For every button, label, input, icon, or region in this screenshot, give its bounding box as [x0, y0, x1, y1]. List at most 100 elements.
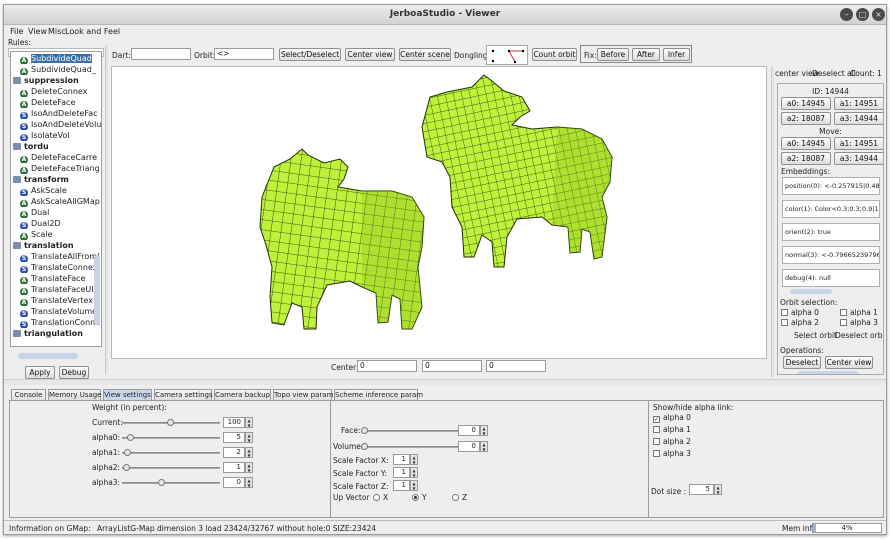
volume-slider-knob[interactable]: [361, 443, 368, 450]
rule-item[interactable]: A DeleteFaceTriang: [11, 163, 101, 174]
rule-category[interactable]: translation: [11, 240, 101, 251]
move-alpha1-button[interactable]: a1: 14951: [834, 137, 883, 150]
scale-z-arrows[interactable]: ▲ ▼: [410, 480, 418, 491]
weight-slider[interactable]: [122, 449, 220, 456]
up-x-radio[interactable]: X: [373, 493, 388, 502]
weight-slider[interactable]: [122, 434, 220, 441]
operations-scrollbar[interactable]: [798, 371, 858, 374]
rule-item[interactable]: A TranslateFace: [11, 273, 101, 284]
weight-spinner-arrows[interactable]: ▲ ▼: [245, 432, 253, 443]
volume-slider[interactable]: [361, 443, 461, 450]
alpha-link-item[interactable]: alpha 2: [653, 437, 691, 446]
left-splitter[interactable]: [105, 45, 108, 375]
alpha3-button[interactable]: a3: 14944: [834, 112, 883, 125]
rule-category[interactable]: suppression: [11, 75, 101, 86]
embeddings-scrollbar[interactable]: [790, 289, 832, 294]
face-spinner-arrows[interactable]: ▲ ▼: [480, 425, 488, 436]
rule-item[interactable]: A DeleteFaceCarre: [11, 152, 101, 163]
weight-spinner[interactable]: 0: [223, 477, 245, 488]
deselect-button[interactable]: Deselect: [783, 356, 821, 369]
move-alpha3-button[interactable]: a3: 14944: [834, 152, 883, 165]
menu-misc[interactable]: Misc: [48, 27, 66, 36]
alpha-link-checkbox[interactable]: ✓: [653, 416, 660, 423]
face-spinner[interactable]: 0: [458, 425, 480, 436]
tab-topo-view-param[interactable]: Topo view param: [273, 389, 333, 400]
rule-item[interactable]: A SubdivideQuad_: [11, 64, 101, 75]
dot-size-arrows[interactable]: ▲ ▼: [714, 484, 722, 495]
rule-item[interactable]: S TranslateVolume: [11, 306, 101, 317]
apply-button[interactable]: Apply: [25, 366, 55, 379]
rule-item[interactable]: A AskScaleAllGMap: [11, 196, 101, 207]
before-button[interactable]: Before: [597, 48, 629, 61]
weight-slider[interactable]: [122, 464, 220, 471]
rule-item[interactable]: A TranslateFaceUI: [11, 284, 101, 295]
rules-scrollbar[interactable]: [94, 255, 100, 325]
orbit-alpha0-checkbox[interactable]: [781, 309, 788, 316]
rule-item[interactable]: A SubdivideQuad: [11, 53, 101, 64]
orbit-alpha3[interactable]: alpha 3: [840, 318, 878, 327]
scale-y-arrows[interactable]: ▲ ▼: [410, 467, 418, 478]
center-x-input[interactable]: 0: [357, 360, 417, 372]
weight-spinner-arrows[interactable]: ▲ ▼: [245, 477, 253, 488]
weight-spinner-arrows[interactable]: ▲ ▼: [245, 417, 253, 428]
operations-center-view-button[interactable]: Center view: [825, 356, 873, 369]
center-view-button[interactable]: Center view: [345, 48, 395, 61]
alpha-link-item[interactable]: ✓ alpha 0: [653, 413, 691, 423]
select-deselect-button[interactable]: Select/Deselect: [279, 48, 341, 61]
close-icon[interactable]: ×: [872, 8, 885, 21]
orbit-input[interactable]: <>: [214, 48, 274, 60]
tab-camera-settings[interactable]: Camera settings: [154, 389, 213, 400]
rule-item[interactable]: A DeleteConnex: [11, 86, 101, 97]
tab-console[interactable]: Console: [11, 389, 46, 400]
weight-slider-knob[interactable]: [124, 449, 131, 456]
tab-memory-usage[interactable]: Memory Usage: [48, 389, 102, 400]
up-y-radio[interactable]: Y: [412, 493, 427, 502]
weight-slider-knob[interactable]: [127, 434, 134, 441]
rules-tree[interactable]: A SubdivideQuad A SubdivideQuad_ suppression…: [10, 51, 102, 347]
center-y-input[interactable]: 0: [422, 360, 482, 372]
rule-item[interactable]: S IsoAndDeleteFac: [11, 108, 101, 119]
minimize-icon[interactable]: –: [840, 8, 853, 21]
volume-spinner-arrows[interactable]: ▲ ▼: [480, 441, 488, 452]
infer-button[interactable]: Infer: [663, 48, 690, 61]
rule-item[interactable]: S TranslateAllFromI: [11, 251, 101, 262]
center-z-input[interactable]: 0: [486, 360, 546, 372]
center-scene-button[interactable]: Center scene: [399, 48, 451, 61]
rule-category[interactable]: triangulation: [11, 328, 101, 339]
alpha-link-checkbox[interactable]: [653, 438, 660, 445]
weight-spinner[interactable]: 1: [223, 462, 245, 473]
orbit-alpha2[interactable]: alpha 2: [781, 318, 819, 327]
face-slider-knob[interactable]: [361, 427, 368, 434]
tab-scheme-inference-param[interactable]: Scheme inference param: [334, 389, 423, 400]
scale-z-spinner[interactable]: 1: [393, 480, 410, 491]
weight-slider[interactable]: [122, 479, 220, 486]
alpha2-button[interactable]: a2: 18087: [781, 112, 831, 125]
scale-x-spinner[interactable]: 1: [393, 454, 410, 465]
rule-item[interactable]: S TranslationConne: [11, 317, 101, 328]
scale-y-spinner[interactable]: 1: [393, 467, 410, 478]
orbit-alpha2-checkbox[interactable]: [781, 319, 788, 326]
orbit-alpha0[interactable]: alpha 0: [781, 308, 819, 317]
rule-item[interactable]: S AskScale: [11, 185, 101, 196]
move-alpha0-button[interactable]: a0: 14945: [781, 137, 831, 150]
embedding-position[interactable]: position(0): <-0.257915|0.4885: [782, 177, 880, 195]
weight-spinner-arrows[interactable]: ▲ ▼: [245, 447, 253, 458]
weight-spinner[interactable]: 5: [223, 432, 245, 443]
tab-view-settings[interactable]: View settings: [103, 389, 152, 400]
rule-item[interactable]: S IsoAndDeleteVolu: [11, 119, 101, 130]
scale-x-arrows[interactable]: ▲ ▼: [410, 454, 418, 465]
rule-item[interactable]: S TranslateConnex: [11, 262, 101, 273]
alpha-link-item[interactable]: alpha 1: [653, 425, 691, 434]
count-orbit-button[interactable]: Count orbit: [532, 48, 577, 61]
rule-category[interactable]: transform: [11, 174, 101, 185]
up-z-radio-dot[interactable]: [452, 494, 459, 501]
menu-view[interactable]: View: [28, 27, 47, 36]
weight-spinner-arrows[interactable]: ▲ ▼: [245, 462, 253, 473]
dot-size-spinner[interactable]: 5: [689, 484, 714, 495]
rule-item[interactable]: A TranslateVertex: [11, 295, 101, 306]
rule-item[interactable]: A DeleteFace: [11, 97, 101, 108]
alpha-link-item[interactable]: alpha 3: [653, 449, 691, 458]
weight-spinner[interactable]: 100: [223, 417, 245, 428]
volume-spinner[interactable]: 0: [458, 441, 480, 452]
orbit-alpha1[interactable]: alpha 1: [840, 308, 878, 317]
